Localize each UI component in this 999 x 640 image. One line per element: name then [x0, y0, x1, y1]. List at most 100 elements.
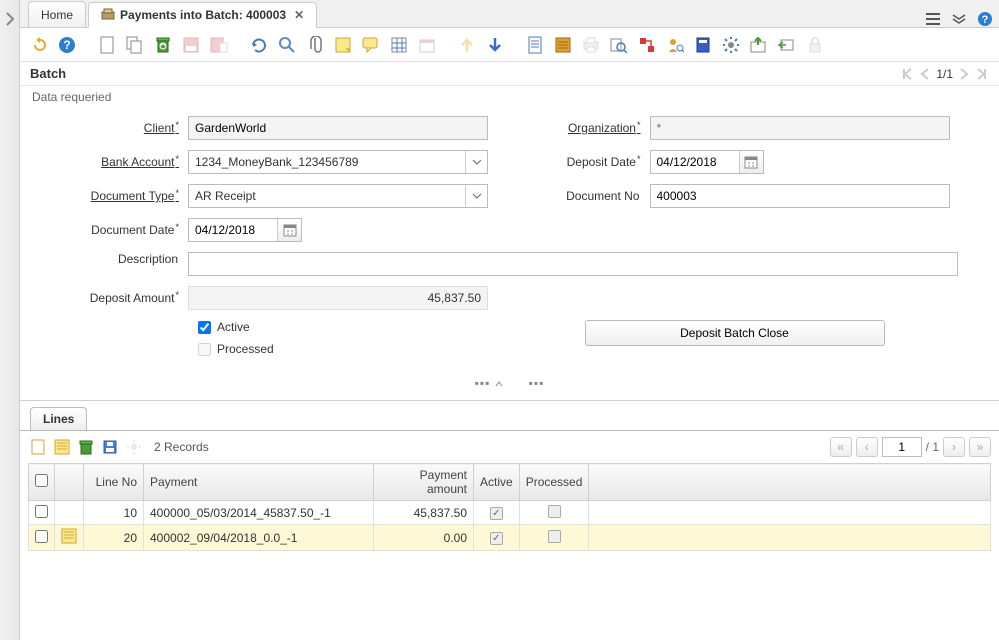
description-field[interactable] [188, 252, 958, 276]
detail-record-icon[interactable] [484, 34, 506, 56]
process-icon[interactable] [720, 34, 742, 56]
collapse-down-handle[interactable]: ▪▪▪ [529, 376, 545, 390]
deposit-batch-close-button[interactable]: Deposit Batch Close [585, 320, 885, 346]
status-message: Data requeried [20, 86, 999, 108]
nav-last-icon[interactable] [975, 67, 989, 81]
lines-process-icon[interactable] [124, 437, 144, 457]
docno-field[interactable] [650, 184, 950, 208]
request-icon[interactable] [664, 34, 686, 56]
active-wf-icon[interactable] [636, 34, 658, 56]
search-icon[interactable] [276, 34, 298, 56]
batch-section-header: Batch 1/1 [20, 62, 999, 86]
client-label[interactable]: Client [48, 121, 188, 135]
lines-section: Lines 2 Records « ‹ / 1 › » [20, 400, 999, 551]
col-edit [55, 464, 84, 501]
delete-record-icon[interactable] [152, 34, 174, 56]
docdate-label: Document Date [48, 223, 188, 237]
bank-account-select[interactable]: 1234_MoneyBank_123456789 [188, 150, 488, 174]
col-payment-amount[interactable]: Payment amount [374, 464, 474, 501]
description-label: Description [48, 252, 188, 276]
doctype-label[interactable]: Document Type [48, 189, 188, 203]
parent-record-icon[interactable] [456, 34, 478, 56]
grid-toggle-icon[interactable] [388, 34, 410, 56]
collapse-down-icon[interactable] [951, 11, 967, 27]
menu-icon[interactable] [925, 11, 941, 27]
cell-active-checkbox [490, 507, 503, 520]
lines-new-icon[interactable] [28, 437, 48, 457]
col-active[interactable]: Active [474, 464, 520, 501]
attachment-icon[interactable] [304, 34, 326, 56]
row-select-checkbox[interactable] [35, 505, 48, 518]
lock-icon[interactable] [804, 34, 826, 56]
cell-active-checkbox [490, 532, 503, 545]
import-icon[interactable] [776, 34, 798, 56]
lines-form-icon[interactable] [52, 437, 72, 457]
chat-icon[interactable] [360, 34, 382, 56]
lines-toolbar: 2 Records « ‹ / 1 › » [28, 437, 991, 457]
col-line-no[interactable]: Line No [84, 464, 144, 501]
cell-payment: 400002_09/04/2018_0.0_-1 [144, 525, 374, 551]
tab-payments-batch[interactable]: Payments into Batch: 400003 ✕ [88, 2, 317, 28]
calendar-picker-icon[interactable] [739, 151, 763, 173]
report-icon[interactable] [524, 34, 546, 56]
sidebar-expand-handle[interactable] [0, 0, 20, 640]
cell-payment: 400000_05/03/2014_45837.50_-1 [144, 501, 374, 525]
doctype-select[interactable]: AR Receipt [188, 184, 488, 208]
deposit-date-field[interactable] [650, 150, 764, 174]
bank-account-label[interactable]: Bank Account [48, 155, 188, 169]
copy-record-icon[interactable] [124, 34, 146, 56]
col-select-all[interactable] [29, 464, 55, 501]
product-info-icon[interactable] [692, 34, 714, 56]
archive-icon[interactable] [552, 34, 574, 56]
export-icon[interactable] [748, 34, 770, 56]
doctype-value: AR Receipt [195, 189, 256, 203]
collapse-handles: ▪▪▪ ▪▪▪ [20, 372, 999, 394]
nav-prev-icon[interactable] [918, 67, 932, 81]
org-label[interactable]: Organization [510, 121, 650, 135]
save-icon[interactable] [180, 34, 202, 56]
tab-close-icon[interactable]: ✕ [294, 8, 304, 22]
lines-save-icon[interactable] [100, 437, 120, 457]
help-corner-icon[interactable]: ? [977, 11, 993, 27]
active-checkbox[interactable] [198, 321, 211, 334]
calendar-icon[interactable] [416, 34, 438, 56]
table-row[interactable]: 10400000_05/03/2014_45837.50_-145,837.50 [29, 501, 991, 525]
new-record-icon[interactable] [96, 34, 118, 56]
lines-delete-icon[interactable] [76, 437, 96, 457]
col-filler [589, 464, 991, 501]
row-select-checkbox[interactable] [35, 530, 48, 543]
note-icon[interactable] [332, 34, 354, 56]
undo-icon[interactable] [28, 34, 50, 56]
lines-tab[interactable]: Lines [30, 407, 87, 430]
page-input[interactable] [882, 437, 922, 457]
deposit-date-input[interactable] [651, 151, 739, 173]
tab-icon-payments [101, 7, 115, 24]
org-field [650, 116, 950, 140]
nav-first-icon[interactable] [900, 67, 914, 81]
calendar-picker-icon[interactable] [277, 219, 301, 241]
cell-line-no: 20 [84, 525, 144, 551]
tab-home-label: Home [41, 8, 73, 22]
nav-next-icon[interactable] [957, 67, 971, 81]
refresh-icon[interactable] [248, 34, 270, 56]
help-icon[interactable]: ? [56, 34, 78, 56]
tab-home[interactable]: Home [28, 1, 86, 27]
page-first-icon[interactable]: « [830, 437, 852, 457]
save-new-icon[interactable] [208, 34, 230, 56]
cell-line-no: 10 [84, 501, 144, 525]
col-processed[interactable]: Processed [519, 464, 589, 501]
page-prev-icon[interactable]: ‹ [856, 437, 878, 457]
table-row[interactable]: 20400002_09/04/2018_0.0_-10.00 [29, 525, 991, 551]
zoom-icon[interactable] [608, 34, 630, 56]
row-edit-icon[interactable] [61, 533, 77, 547]
col-payment[interactable]: Payment [144, 464, 374, 501]
page-last-icon[interactable]: » [969, 437, 991, 457]
collapse-up-handle[interactable]: ▪▪▪ [475, 376, 503, 390]
docdate-input[interactable] [189, 219, 277, 241]
print-icon[interactable] [580, 34, 602, 56]
record-count: 2 Records [154, 440, 209, 454]
page-next-icon[interactable]: › [943, 437, 965, 457]
svg-text:?: ? [982, 14, 989, 26]
tab-active-label: Payments into Batch: 400003 [120, 8, 286, 22]
docdate-field[interactable] [188, 218, 302, 242]
